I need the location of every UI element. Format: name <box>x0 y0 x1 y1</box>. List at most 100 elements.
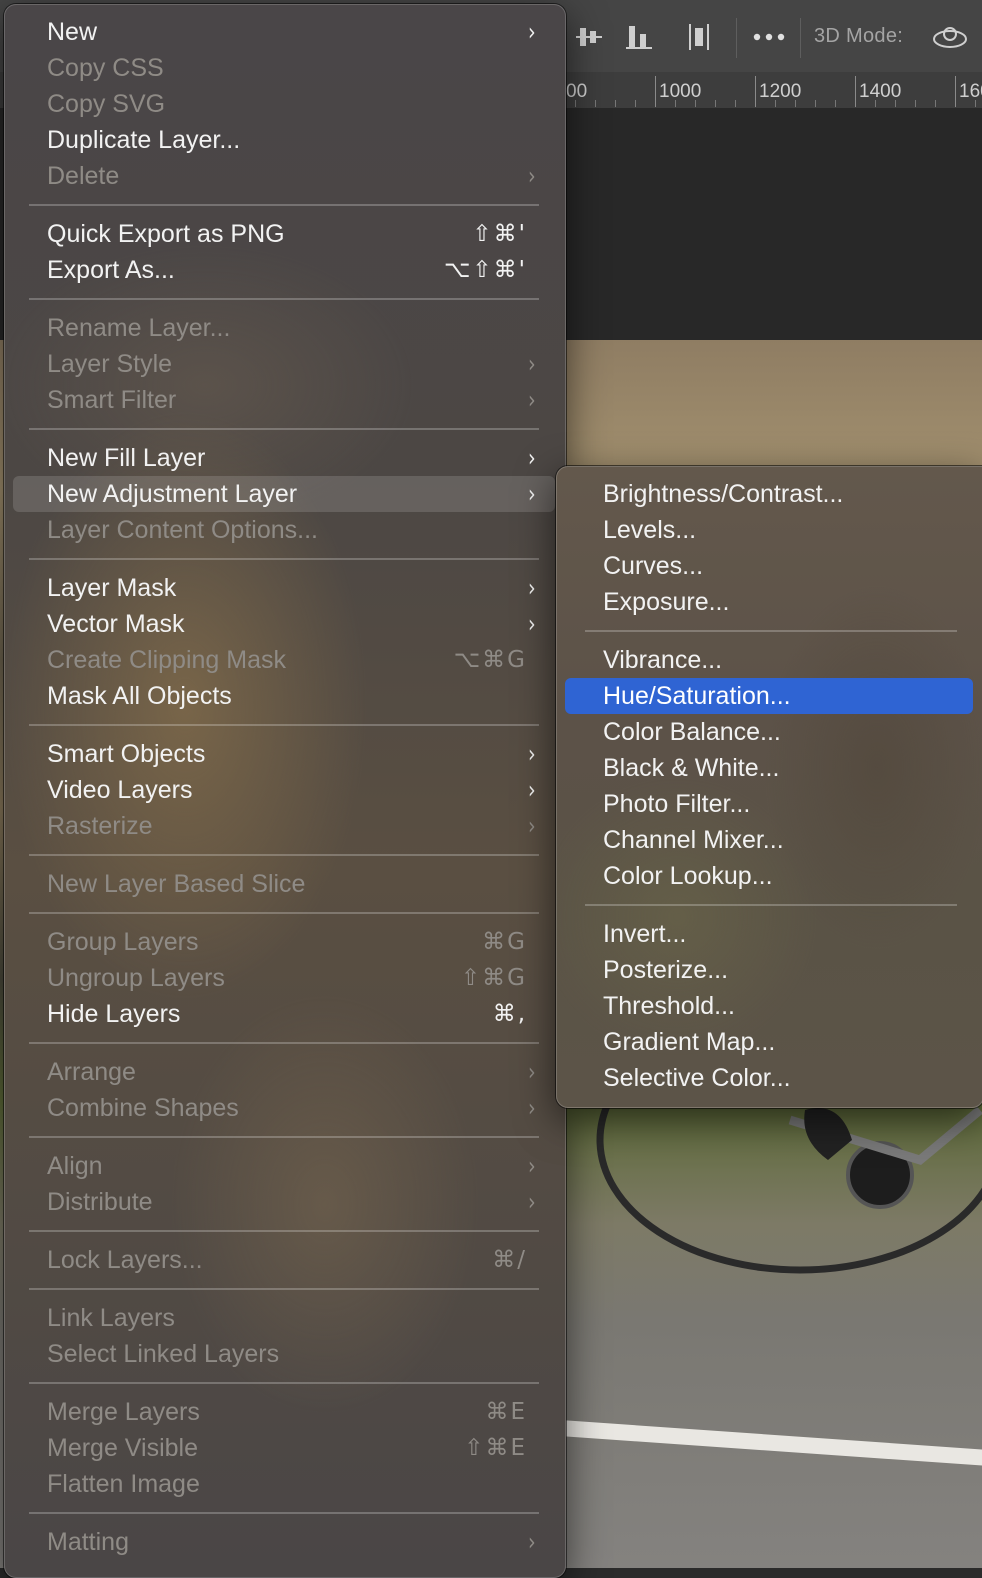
menu-item-label: Gradient Map... <box>603 1028 776 1056</box>
menu-item-label: Posterize... <box>603 956 729 984</box>
chevron-right-icon: › <box>528 162 537 190</box>
chevron-right-icon: › <box>528 444 537 472</box>
ruler-tick <box>575 100 576 107</box>
menu-item-curves[interactable]: Curves... <box>565 548 973 584</box>
menu-item-quick-export-as-png[interactable]: Quick Export as PNG ⇧⌘' <box>13 216 555 252</box>
menu-item-threshold[interactable]: Threshold... <box>565 988 973 1024</box>
menu-item-color-balance[interactable]: Color Balance... <box>565 714 973 750</box>
menu-item-invert[interactable]: Invert... <box>565 916 973 952</box>
3d-mode-label: 3D Mode: <box>814 25 904 47</box>
menu-item-color-lookup[interactable]: Color Lookup... <box>565 858 973 894</box>
menu-item-label: Matting <box>47 1528 129 1556</box>
menu-item-label: Distribute <box>47 1188 153 1216</box>
bicycle-wheel-graphic <box>596 1100 982 1274</box>
menu-item-smart-objects[interactable]: Smart Objects › <box>13 736 555 772</box>
menu-item-levels[interactable]: Levels... <box>565 512 973 548</box>
ruler-tick <box>695 100 696 107</box>
chevron-right-icon: › <box>528 1188 537 1216</box>
keyboard-shortcut: ⌘E <box>485 1399 527 1425</box>
ruler-tick <box>655 76 656 107</box>
menu-item-label: Merge Visible <box>47 1434 199 1462</box>
menu-item-exposure[interactable]: Exposure... <box>565 584 973 620</box>
more-options-icon[interactable] <box>752 22 785 52</box>
menu-item-label: Select Linked Layers <box>47 1340 280 1368</box>
menu-item-label: Delete <box>47 162 120 190</box>
menu-item-duplicate-layer[interactable]: Duplicate Layer... <box>13 122 555 158</box>
menu-item-export-as[interactable]: Export As... ⌥⇧⌘' <box>13 252 555 288</box>
chevron-right-icon: › <box>528 1528 537 1556</box>
menu-item-new-adjustment-layer[interactable]: New Adjustment Layer › <box>13 476 555 512</box>
menu-item-video-layers[interactable]: Video Layers › <box>13 772 555 808</box>
menu-separator <box>29 428 539 430</box>
menu-separator <box>29 912 539 914</box>
keyboard-shortcut: ⌘/ <box>492 1247 527 1273</box>
menu-item-posterize[interactable]: Posterize... <box>565 952 973 988</box>
menu-item-label: Smart Filter <box>47 386 177 414</box>
menu-item-vector-mask[interactable]: Vector Mask › <box>13 606 555 642</box>
chevron-right-icon: › <box>528 1152 537 1180</box>
menu-item-label: Invert... <box>603 920 687 948</box>
menu-item-link-layers: Link Layers <box>13 1300 555 1336</box>
ruler-tick <box>715 100 716 107</box>
menu-item-hue-saturation[interactable]: Hue/Saturation... <box>565 678 973 714</box>
chevron-right-icon: › <box>528 574 537 602</box>
ruler-tick <box>915 100 916 107</box>
menu-item-combine-shapes: Combine Shapes › <box>13 1090 555 1126</box>
menu-item-flatten-image: Flatten Image <box>13 1466 555 1502</box>
align-vertical-centers-icon[interactable] <box>574 22 604 52</box>
menu-item-label: New <box>47 18 98 46</box>
menu-item-delete: Delete › <box>13 158 555 194</box>
menu-item-new[interactable]: New › <box>13 14 555 50</box>
menu-item-label: Threshold... <box>603 992 736 1020</box>
distribute-horizontal-icon[interactable] <box>684 22 714 52</box>
menu-item-matting: Matting › <box>13 1524 555 1560</box>
menu-item-brightness-contrast[interactable]: Brightness/Contrast... <box>565 476 973 512</box>
menu-item-lock-layers: Lock Layers... ⌘/ <box>13 1242 555 1278</box>
menu-item-label: Hide Layers <box>47 1000 181 1028</box>
menu-item-rename-layer: Rename Layer... <box>13 310 555 346</box>
menu-item-label: Hue/Saturation... <box>603 682 791 710</box>
menu-item-layer-mask[interactable]: Layer Mask › <box>13 570 555 606</box>
menu-separator <box>29 724 539 726</box>
ruler-tick <box>935 100 936 107</box>
menu-item-label: Selective Color... <box>603 1064 791 1092</box>
menu-item-label: Create Clipping Mask <box>47 646 286 674</box>
menu-item-label: Mask All Objects <box>47 682 232 710</box>
menu-item-label: Group Layers <box>47 928 199 956</box>
keyboard-shortcut: ⌘, <box>492 1001 527 1027</box>
menu-item-copy-svg: Copy SVG <box>13 86 555 122</box>
menu-item-photo-filter[interactable]: Photo Filter... <box>565 786 973 822</box>
menu-item-hide-layers[interactable]: Hide Layers ⌘, <box>13 996 555 1032</box>
keyboard-shortcut: ⌥⇧⌘' <box>443 257 527 283</box>
ruler-tick <box>855 76 856 107</box>
menu-item-label: Rename Layer... <box>47 314 231 342</box>
ruler-tick <box>955 76 956 107</box>
menu-item-create-clipping-mask: Create Clipping Mask ⌥⌘G <box>13 642 555 678</box>
ruler-label: 160 <box>959 81 982 102</box>
menu-item-label: Layer Content Options... <box>47 516 318 544</box>
align-bottom-edges-icon[interactable] <box>624 22 654 52</box>
chevron-right-icon: › <box>528 18 537 46</box>
menu-item-label: Link Layers <box>47 1304 175 1332</box>
keyboard-shortcut: ⌥⌘G <box>453 647 527 673</box>
3d-orbit-icon[interactable] <box>930 22 970 52</box>
ruler-tick <box>875 100 876 107</box>
menu-item-label: Channel Mixer... <box>603 826 784 854</box>
menu-item-selective-color[interactable]: Selective Color... <box>565 1060 973 1096</box>
keyboard-shortcut: ⌘G <box>482 929 527 955</box>
menu-separator <box>29 1136 539 1138</box>
ruler-tick <box>775 100 776 107</box>
toolbar-divider <box>736 18 737 58</box>
menu-item-label: Black & White... <box>603 754 780 782</box>
menu-item-new-fill-layer[interactable]: New Fill Layer › <box>13 440 555 476</box>
menu-item-mask-all-objects[interactable]: Mask All Objects <box>13 678 555 714</box>
menu-separator <box>29 854 539 856</box>
menu-item-ungroup-layers: Ungroup Layers ⇧⌘G <box>13 960 555 996</box>
menu-item-vibrance[interactable]: Vibrance... <box>565 642 973 678</box>
menu-item-gradient-map[interactable]: Gradient Map... <box>565 1024 973 1060</box>
menu-item-channel-mixer[interactable]: Channel Mixer... <box>565 822 973 858</box>
chevron-right-icon: › <box>528 776 537 804</box>
menu-item-black-white[interactable]: Black & White... <box>565 750 973 786</box>
menu-item-label: Lock Layers... <box>47 1246 203 1274</box>
menu-item-label: New Fill Layer <box>47 444 206 472</box>
